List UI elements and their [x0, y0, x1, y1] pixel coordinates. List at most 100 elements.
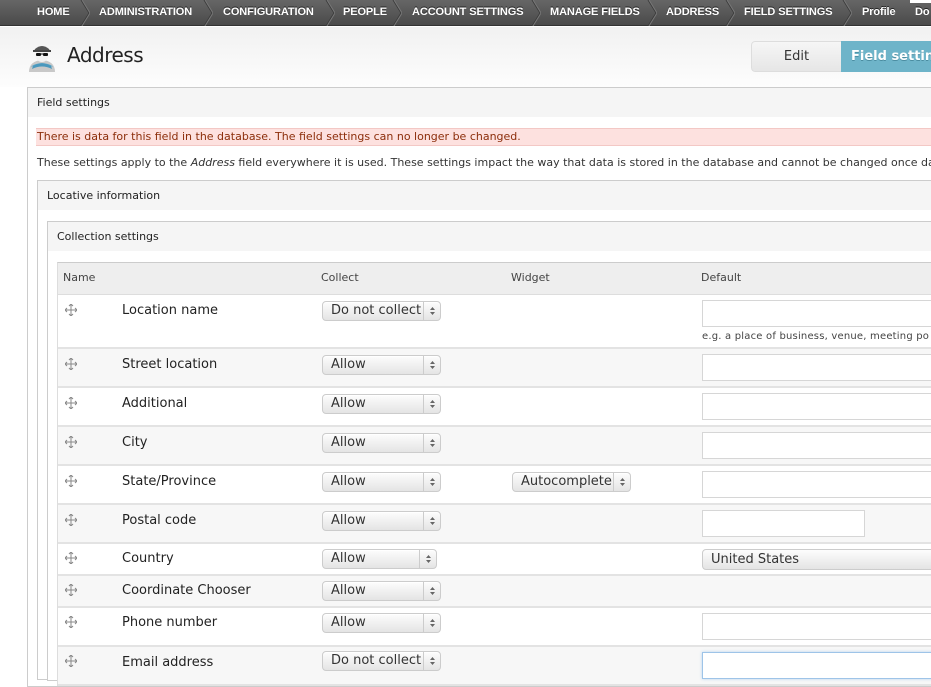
- breadcrumb-separator: [392, 0, 402, 26]
- select-arrows-icon: [423, 512, 440, 530]
- collect-select[interactable]: Allow: [322, 581, 441, 601]
- default-country-select[interactable]: United States: [702, 549, 931, 570]
- breadcrumb-separator: [203, 0, 213, 26]
- table-row: Street location Allow: [58, 349, 931, 388]
- select-arrows-icon: [419, 550, 436, 568]
- field-settings-description: These settings apply to the Address fiel…: [37, 156, 931, 169]
- table-row: Postal code Allow: [58, 505, 931, 544]
- field-name: Country: [122, 551, 174, 566]
- default-help-text: e.g. a place of business, venue, meeting…: [702, 331, 930, 342]
- table-row: City Allow: [58, 427, 931, 466]
- field-name: City: [122, 435, 148, 450]
- collect-select[interactable]: Allow: [322, 472, 441, 492]
- default-input[interactable]: [702, 300, 931, 327]
- collect-select-value: Allow: [331, 551, 366, 566]
- breadcrumb-configuration[interactable]: CONFIGURATION: [223, 0, 314, 26]
- default-input[interactable]: [702, 510, 865, 537]
- collect-select-value: Allow: [331, 357, 366, 372]
- collect-select[interactable]: Do not collect: [322, 301, 441, 321]
- user-avatar-icon: [27, 41, 57, 73]
- drag-handle-icon[interactable]: [64, 615, 78, 629]
- description-text-rest: field everywhere it is used. These setti…: [234, 156, 931, 169]
- default-input[interactable]: [702, 354, 931, 381]
- column-header-collect: Collect: [321, 271, 359, 284]
- breadcrumb-separator: [842, 0, 852, 26]
- widget-select[interactable]: Autocomplete: [512, 472, 631, 492]
- page-header: Address Edit Field settings: [0, 27, 931, 87]
- field-name: Coordinate Chooser: [122, 583, 251, 598]
- collect-select[interactable]: Allow: [322, 511, 441, 531]
- default-input[interactable]: [702, 471, 931, 498]
- collect-select-value: Allow: [331, 396, 366, 411]
- description-field-name: Address: [190, 156, 235, 169]
- breadcrumb-field-settings[interactable]: FIELD SETTINGS: [744, 0, 833, 26]
- column-header-default: Default: [701, 271, 742, 284]
- column-header-name: Name: [63, 271, 96, 284]
- toolbar-profile-link[interactable]: Profile: [862, 0, 896, 26]
- table-row: Phone number Allow: [58, 608, 931, 647]
- drag-handle-icon[interactable]: [64, 303, 78, 317]
- collection-settings-legend[interactable]: Collection settings: [48, 222, 931, 251]
- toolbar-edge: [910, 0, 931, 3]
- drag-handle-icon[interactable]: [64, 551, 78, 565]
- breadcrumb-people[interactable]: PEOPLE: [343, 0, 387, 26]
- select-arrows-icon: [423, 302, 440, 320]
- breadcrumb-address[interactable]: ADDRESS: [666, 0, 719, 26]
- table-row: Coordinate Chooser Allow: [58, 576, 931, 608]
- drag-handle-icon[interactable]: [64, 583, 78, 597]
- widget-select-value: Autocomplete: [521, 474, 612, 489]
- select-arrows-icon: [423, 434, 440, 452]
- field-name: Phone number: [122, 615, 218, 630]
- drag-handle-icon[interactable]: [64, 474, 78, 488]
- breadcrumb-home[interactable]: HOME: [37, 0, 70, 26]
- breadcrumb-separator: [531, 0, 541, 26]
- primary-tabs: Edit Field settings: [751, 41, 931, 72]
- collect-select[interactable]: Allow: [322, 549, 437, 569]
- table-row: Location name Do not collect e.g. a plac…: [58, 295, 931, 349]
- breadcrumb-manage-fields[interactable]: MANAGE FIELDS: [550, 0, 640, 26]
- table-row: State/Province Allow Autocomplete: [58, 466, 931, 505]
- default-country-value: United States: [711, 552, 800, 567]
- collect-select-value: Allow: [331, 583, 366, 598]
- drag-handle-icon[interactable]: [64, 513, 78, 527]
- tab-field-settings[interactable]: Field settings: [841, 41, 931, 72]
- collect-select-value: Allow: [331, 435, 366, 450]
- table-row: Email address Do not collect: [58, 647, 931, 686]
- description-text: These settings apply to the: [37, 156, 191, 169]
- field-name: Additional: [122, 396, 188, 411]
- field-name: Postal code: [122, 513, 197, 528]
- table-header: Name Collect Widget Default: [58, 263, 931, 295]
- default-input[interactable]: [702, 393, 931, 420]
- locative-information-legend[interactable]: Locative information: [38, 181, 931, 210]
- breadcrumb-account-settings[interactable]: ACCOUNT SETTINGS: [412, 0, 524, 26]
- toolbar-truncated-link[interactable]: Do: [915, 0, 930, 26]
- breadcrumb-separator: [647, 0, 657, 26]
- default-input[interactable]: [702, 652, 931, 679]
- drag-handle-icon[interactable]: [64, 435, 78, 449]
- collect-select[interactable]: Allow: [322, 433, 441, 453]
- collect-select-value: Do not collect: [331, 653, 422, 668]
- collect-select-value: Allow: [331, 513, 366, 528]
- collect-select[interactable]: Allow: [322, 355, 441, 375]
- drag-handle-icon[interactable]: [64, 396, 78, 410]
- collect-select-value: Allow: [331, 474, 366, 489]
- page-title: Address: [67, 43, 144, 67]
- breadcrumb-separator: [725, 0, 735, 26]
- select-arrows-icon: [423, 473, 440, 491]
- field-name: Location name: [122, 303, 218, 318]
- select-arrows-icon: [423, 582, 440, 600]
- table-row: Country Allow United States: [58, 544, 931, 576]
- collect-select[interactable]: Do not collect: [322, 651, 441, 671]
- error-message: There is data for this field in the data…: [36, 128, 931, 146]
- collection-settings-table: Name Collect Widget Default Location nam…: [57, 262, 931, 686]
- breadcrumb-administration[interactable]: ADMINISTRATION: [99, 0, 192, 26]
- drag-handle-icon[interactable]: [64, 654, 78, 668]
- select-arrows-icon: [423, 614, 440, 632]
- collect-select[interactable]: Allow: [322, 613, 441, 633]
- collect-select[interactable]: Allow: [322, 394, 441, 414]
- default-input[interactable]: [702, 613, 931, 640]
- collect-select-value: Allow: [331, 615, 366, 630]
- drag-handle-icon[interactable]: [64, 357, 78, 371]
- tab-edit[interactable]: Edit: [751, 41, 842, 72]
- default-input[interactable]: [702, 432, 931, 459]
